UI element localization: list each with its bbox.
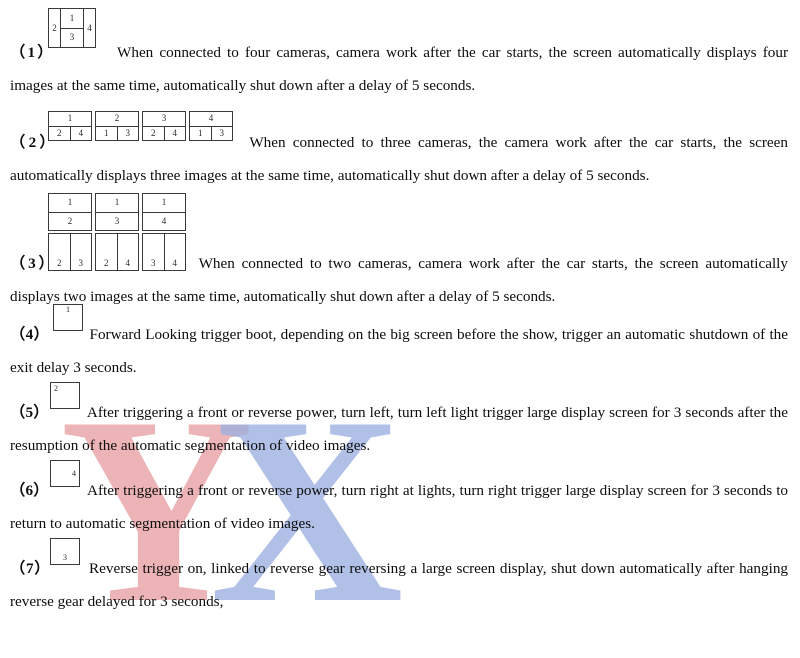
- item-7: 3 （7） Reverse trigger on, linked to reve…: [0, 530, 800, 610]
- stack2-top-cell: 1: [143, 194, 185, 213]
- quad-cell-center-top: 1: [61, 9, 83, 29]
- stack2-top-cell: 1: [49, 194, 91, 213]
- item-4-text: Forward Looking trigger boot, depending …: [10, 326, 789, 376]
- item-5: 2 （5） After triggering a front or revers…: [0, 374, 800, 454]
- t1b2-top-label: 3: [161, 113, 167, 124]
- t1b2-top-label: 4: [208, 113, 214, 124]
- item-1-paragraph: （1） When connected to four cameras, came…: [10, 36, 788, 102]
- item-6-marker: （6）: [10, 482, 49, 499]
- item-2: 1 2 4 2 1 3 3 2 4 4 1 3 （2） When connect…: [0, 102, 800, 188]
- stack2-box: 1 2: [48, 193, 92, 231]
- stack2-top-cell: 1: [96, 194, 138, 213]
- t1b2-top-cell: 1: [49, 112, 91, 127]
- item-2-paragraph: （2） When connected to three cameras, the…: [10, 126, 788, 192]
- stack2-bottom-label: 3: [114, 215, 120, 226]
- item-4: 1 （4） Forward Looking trigger boot, depe…: [0, 296, 800, 376]
- quad-cell-right-label: 4: [87, 22, 92, 33]
- item-5-marker: （5）: [10, 404, 49, 421]
- single-box-label: 1: [66, 305, 70, 314]
- item-2-marker: （2）: [10, 134, 59, 151]
- item-3: 1 2 1 3 1 4 2 3 2 4 3 4 （3） When connect…: [0, 188, 800, 305]
- item-1: 2 1 3 4 （1） When connected to four camer…: [0, 0, 800, 102]
- single-box-label: 2: [54, 384, 58, 393]
- item-6-text: After triggering a front or reverse powe…: [10, 482, 789, 532]
- two-row-pairs-upper: 1 2 1 3 1 4: [48, 193, 186, 231]
- item-1-text: When connected to four cameras, camera w…: [10, 44, 789, 94]
- item-6: 4 （6） After triggering a front or revers…: [0, 452, 800, 532]
- stack2-box: 1 3: [95, 193, 139, 231]
- stack2-bottom-cell: 2: [49, 213, 91, 231]
- item-3-marker: （3）: [10, 255, 57, 272]
- t1b2-top-label: 1: [67, 113, 73, 124]
- item-1-marker: （1）: [10, 44, 55, 61]
- stack2-box: 1 4: [142, 193, 186, 231]
- item-7-marker: （7）: [10, 560, 51, 577]
- item-4-marker: （4）: [10, 326, 50, 343]
- quad-cell-left-label: 2: [52, 22, 57, 33]
- stack2-bottom-cell: 4: [143, 213, 185, 231]
- t1b2-top-label: 2: [114, 113, 120, 124]
- stack2-bottom-label: 2: [67, 215, 73, 226]
- stack2-top-label: 1: [161, 197, 167, 208]
- item-2-text: When connected to three cameras, the cam…: [10, 134, 788, 184]
- t1b2-top-cell: 3: [143, 112, 185, 127]
- stack2-top-label: 1: [67, 197, 73, 208]
- document-page: 2 1 3 4 （1） When connected to four camer…: [0, 0, 800, 610]
- quad-cell-center-top-label: 1: [69, 12, 75, 23]
- stack2-bottom-label: 4: [161, 215, 167, 226]
- stack2-bottom-cell: 3: [96, 213, 138, 231]
- item-5-text: After triggering a front or reverse powe…: [10, 404, 789, 454]
- item-7-paragraph: （7） Reverse trigger on, linked to revers…: [10, 552, 788, 618]
- item-7-text: Reverse trigger on, linked to reverse ge…: [10, 560, 789, 610]
- stack2-top-label: 1: [114, 197, 120, 208]
- t1b2-top-cell: 2: [96, 112, 138, 127]
- t1b2-top-cell: 4: [190, 112, 232, 127]
